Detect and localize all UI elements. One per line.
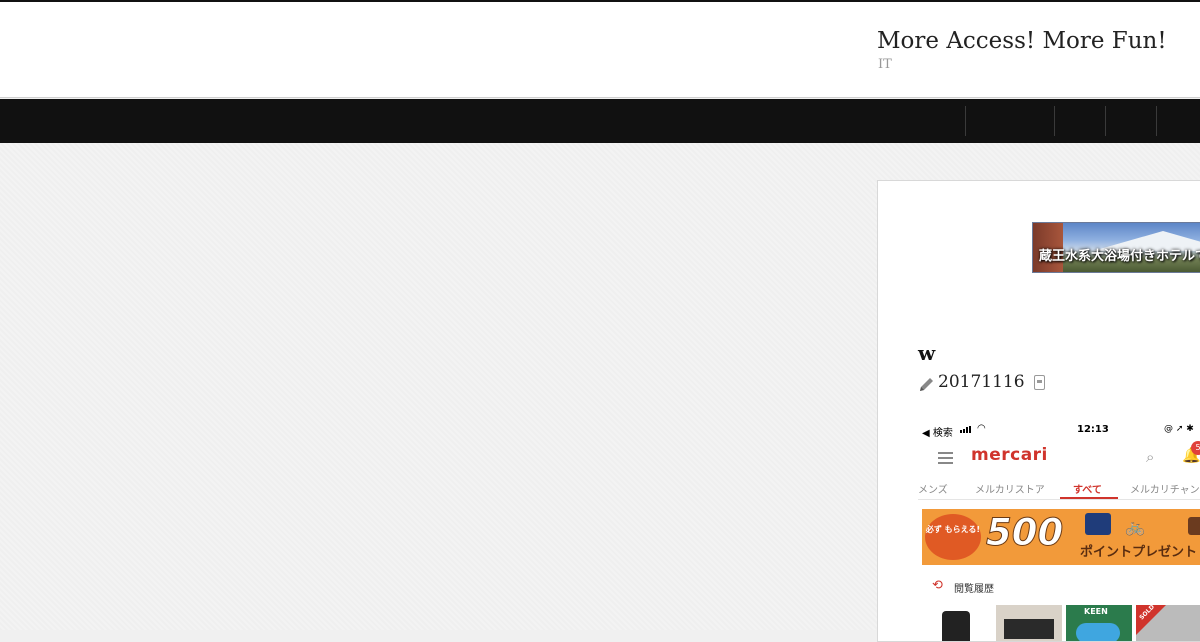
document-icon — [1034, 375, 1045, 390]
history-thumbnail — [996, 605, 1062, 641]
tab-mens: メンズ — [918, 485, 948, 496]
promo-badge: 必ず もらえる! — [925, 514, 981, 560]
history-thumbnail: SOLD — [1136, 604, 1200, 641]
tab-mercari-store: メルカリストア — [975, 485, 1045, 496]
points-promo-banner: 必ず もらえる! 500 🚲 ポイントプレゼント — [922, 509, 1200, 565]
app-header: mercari ⌕ 🔔 5 — [918, 441, 1200, 471]
site-tagline: IT — [878, 57, 892, 72]
mercari-app-screenshot: ◀ 検索 ◠ 12:13 @ ➚ ✱ mercari ⌕ 🔔 5 メンズ メルカ… — [918, 417, 1200, 641]
post-card: 蔵王水系大浴場付きホテルでゆったり w 20171116 ◀ 検索 ◠ 12:1… — [877, 180, 1200, 642]
history-thumbnail — [932, 605, 980, 641]
hotel-ad-banner[interactable]: 蔵王水系大浴場付きホテルでゆったり — [1032, 222, 1200, 273]
ad-text: 蔵王水系大浴場付きホテルでゆったり — [1039, 249, 1200, 264]
sofa-image — [1188, 517, 1200, 535]
site-header: More Access! More Fun! IT — [0, 2, 1200, 98]
history-thumbnail: KEEN — [1066, 605, 1132, 641]
promo-number: 500 — [985, 511, 1064, 555]
browsing-history-header: ⟲ 閲覧履歴 — [918, 575, 1200, 599]
search-icon: ⌕ — [1146, 448, 1155, 466]
nav-item[interactable] — [1106, 99, 1156, 143]
site-title[interactable]: More Access! More Fun! — [877, 28, 1167, 54]
pencil-icon — [920, 378, 933, 391]
category-tabs: メンズ メルカリストア すべて メルカリチャン — [918, 475, 1200, 500]
promo-text: ポイントプレゼント — [1080, 545, 1198, 560]
nav-item[interactable] — [1157, 99, 1200, 143]
status-back-link: ◀ 検索 — [922, 428, 953, 439]
notification-badge: 5 — [1191, 441, 1200, 455]
mercari-logo: mercari — [971, 445, 1048, 465]
keen-label: KEEN — [1084, 607, 1108, 616]
status-time: 12:13 — [1077, 424, 1109, 435]
shoe-image — [1076, 623, 1120, 641]
post-date: 20171116 — [938, 372, 1025, 392]
wifi-icon: ◠ — [977, 423, 986, 434]
tshirt-image — [1085, 513, 1111, 535]
main-navigation — [0, 99, 1200, 143]
nav-item[interactable] — [966, 99, 1054, 143]
nav-item[interactable] — [1055, 99, 1105, 143]
history-label: 閲覧履歴 — [954, 584, 994, 595]
signal-icon — [960, 426, 971, 433]
status-back-label: 検索 — [932, 428, 953, 439]
bag-image — [942, 611, 970, 641]
tab-mercari-channel: メルカリチャン — [1130, 485, 1200, 496]
active-tab-indicator — [1060, 497, 1118, 499]
status-icons: @ ➚ ✱ — [1164, 424, 1194, 434]
post-title[interactable]: w — [918, 341, 935, 365]
tab-all: すべて — [1073, 485, 1102, 496]
product-image — [1004, 619, 1054, 639]
bicycle-icon: 🚲 — [1125, 517, 1145, 536]
menu-icon — [938, 452, 953, 464]
history-clock-icon: ⟲ — [932, 578, 943, 593]
phone-status-bar: ◀ 検索 ◠ 12:13 @ ➚ ✱ — [918, 417, 1200, 441]
